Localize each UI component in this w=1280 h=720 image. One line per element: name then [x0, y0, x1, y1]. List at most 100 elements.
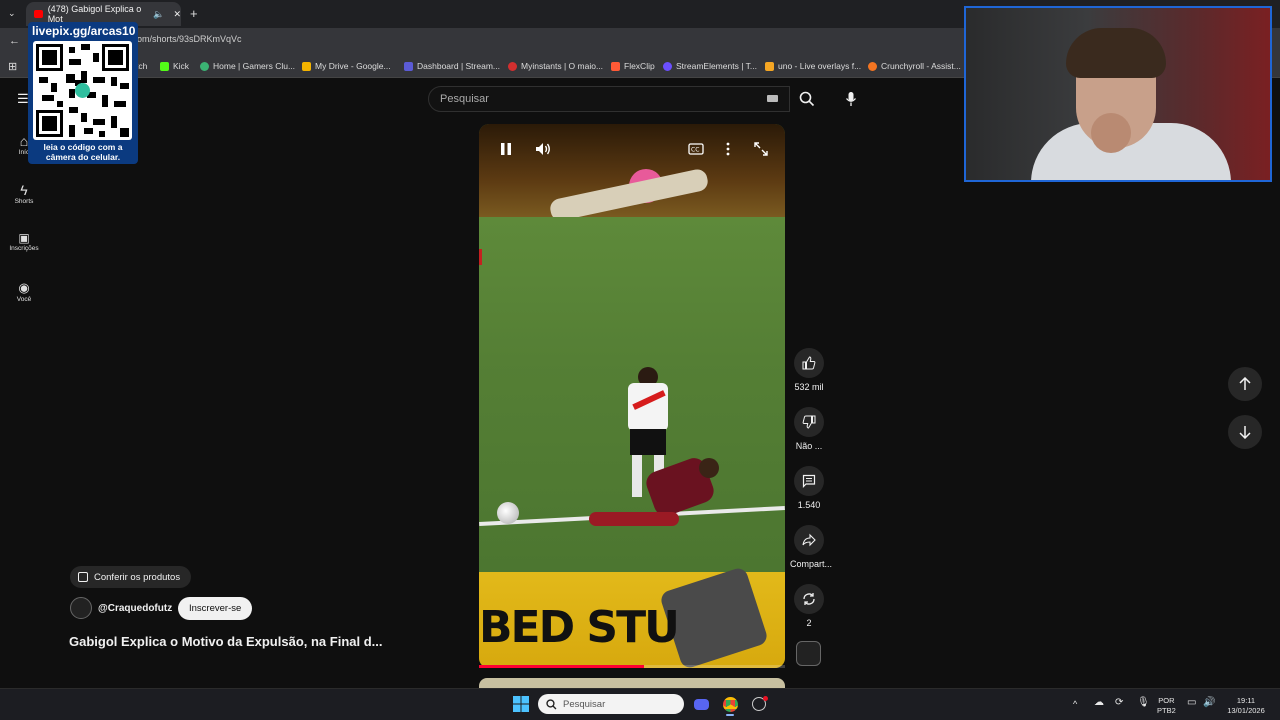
- nav-subscriptions[interactable]: ▣ Inscrições: [0, 231, 48, 252]
- shopping-bag-icon: [78, 572, 88, 582]
- arrow-up-icon: [1239, 377, 1251, 390]
- windows-start-button[interactable]: [512, 695, 530, 713]
- share-button[interactable]: Compart...: [790, 525, 833, 569]
- products-button[interactable]: Conferir os produtos: [70, 566, 192, 588]
- video-top-frame: [479, 124, 785, 223]
- kick-icon: [160, 61, 169, 71]
- channel-avatar[interactable]: [70, 597, 92, 619]
- google-drive-icon: [302, 61, 311, 71]
- arrow-down-icon: [1239, 426, 1251, 439]
- channel-name[interactable]: @Craquedofutz: [98, 603, 172, 614]
- products-label: Conferir os produtos: [94, 571, 181, 583]
- video-marker: [479, 249, 482, 265]
- tray-chevron-icon[interactable]: ^: [1073, 699, 1077, 709]
- search-icon: [799, 91, 814, 107]
- notification-dot: [763, 696, 768, 701]
- player-head: [699, 458, 719, 478]
- new-tab-button[interactable]: +: [190, 6, 198, 21]
- video-overlay-text: BED STU: [479, 602, 680, 653]
- keyboard-language[interactable]: POR PTB2: [1157, 696, 1176, 716]
- network-icon[interactable]: ▭: [1187, 698, 1196, 708]
- language-code: POR: [1158, 696, 1175, 705]
- bookmark-streamlabs[interactable]: Dashboard | Stream...: [404, 61, 500, 71]
- remix-icon: [794, 584, 824, 614]
- clock-date: 13/01/2026: [1227, 706, 1265, 715]
- mic-tray-icon[interactable]: 🎙: [1137, 698, 1150, 708]
- discord-taskbar-icon[interactable]: [692, 695, 710, 713]
- comment-icon: [794, 466, 824, 496]
- comments-button[interactable]: 1.540: [790, 466, 828, 510]
- audio-icon: 🔈: [153, 8, 165, 19]
- remix-button[interactable]: 2: [790, 584, 828, 628]
- player-shorts: [630, 429, 666, 455]
- onedrive-icon[interactable]: ☁: [1094, 698, 1104, 708]
- streamlabs-icon: [404, 61, 413, 71]
- bookmark-streamelements[interactable]: StreamElements | T...: [663, 61, 757, 71]
- nav-shorts[interactable]: ϟ Shorts: [0, 182, 48, 205]
- crunchyroll-icon: [868, 61, 877, 71]
- account-icon: ◉: [18, 280, 30, 295]
- next-short-button[interactable]: [1228, 415, 1262, 449]
- bookmark-label: StreamElements | T...: [676, 61, 757, 71]
- search-placeholder: Pesquisar: [440, 93, 489, 105]
- pause-button[interactable]: [496, 138, 516, 160]
- short-video-player[interactable]: BED STU: [479, 124, 785, 668]
- more-options-button[interactable]: [718, 138, 738, 160]
- clock[interactable]: 19:11 13/01/2026: [1224, 696, 1268, 716]
- speaker-icon[interactable]: 🔊: [1203, 698, 1215, 708]
- youtube-favicon-icon: [34, 10, 43, 18]
- nav-shorts-label: Shorts: [14, 198, 34, 205]
- flexclip-icon: [611, 61, 620, 71]
- dislike-button[interactable]: Não ...: [790, 407, 828, 451]
- keyboard-icon[interactable]: [767, 95, 778, 102]
- bookmark-kick[interactable]: Kick: [160, 61, 189, 71]
- more-vert-icon: [726, 142, 730, 156]
- bookmark-uno-overlays[interactable]: uno - Live overlays f...: [765, 61, 861, 71]
- previous-short-button[interactable]: [1228, 367, 1262, 401]
- bookmark-flexclip[interactable]: FlexClip: [611, 61, 655, 71]
- svg-text:CC: CC: [691, 147, 699, 154]
- nav-you-label: Você: [16, 296, 32, 303]
- dislike-label: Não ...: [795, 441, 823, 451]
- audio-track-avatar[interactable]: [796, 641, 821, 666]
- shorts-icon: ϟ: [20, 182, 28, 198]
- captions-icon: CC: [688, 143, 704, 155]
- share-icon: [794, 525, 824, 555]
- subscribe-button[interactable]: Inscrever-se: [178, 597, 253, 620]
- volume-button[interactable]: [533, 138, 553, 160]
- bookmark-label: Dashboard | Stream...: [417, 61, 500, 71]
- nav-you[interactable]: ◉ Você: [0, 280, 48, 303]
- player-leg: [589, 512, 679, 526]
- taskbar-search[interactable]: Pesquisar: [538, 694, 684, 714]
- bookmark-label: uno - Live overlays f...: [778, 61, 862, 71]
- close-tab-icon[interactable]: ✕: [173, 9, 181, 20]
- captions-button[interactable]: CC: [686, 138, 706, 160]
- chrome-taskbar-icon[interactable]: [721, 695, 739, 713]
- apps-grid-icon[interactable]: ⊞: [8, 60, 17, 73]
- search-icon: [546, 698, 557, 709]
- voice-search-button[interactable]: [838, 86, 864, 112]
- like-button[interactable]: 532 mil: [790, 348, 828, 392]
- uno-icon: [765, 61, 774, 71]
- streamelements-icon: [663, 61, 672, 71]
- microphone-icon: [845, 92, 857, 106]
- bookmark-label: Crunchyroll - Assist...: [881, 61, 961, 71]
- sync-icon[interactable]: ⟳: [1115, 698, 1123, 708]
- search-input[interactable]: Pesquisar: [428, 86, 790, 112]
- bookmark-gamers-club[interactable]: Home | Gamers Clu...: [200, 61, 295, 71]
- bookmark-crunchyroll[interactable]: Crunchyroll - Assist...: [868, 61, 961, 71]
- bookmark-google-drive[interactable]: My Drive - Google...: [302, 61, 391, 71]
- menu-hamburger-icon[interactable]: ☰: [17, 91, 29, 107]
- tab-list-chevron-icon[interactable]: ⌄: [8, 8, 16, 19]
- expand-icon: [754, 142, 768, 156]
- search-button[interactable]: [790, 86, 823, 112]
- bookmark-myinstants[interactable]: Myinstants | O maio...: [508, 61, 603, 71]
- myinstants-icon: [508, 61, 517, 71]
- fullscreen-button[interactable]: [751, 138, 771, 160]
- share-label: Compart...: [790, 559, 833, 569]
- video-title[interactable]: Gabigol Explica o Motivo da Expulsão, na…: [69, 634, 383, 649]
- back-arrow-icon[interactable]: ←: [9, 35, 20, 47]
- active-app-indicator: [726, 714, 734, 716]
- gamers-club-icon: [200, 61, 209, 71]
- url-field[interactable]: .com/shorts/93sDRKmVqVc: [130, 34, 242, 44]
